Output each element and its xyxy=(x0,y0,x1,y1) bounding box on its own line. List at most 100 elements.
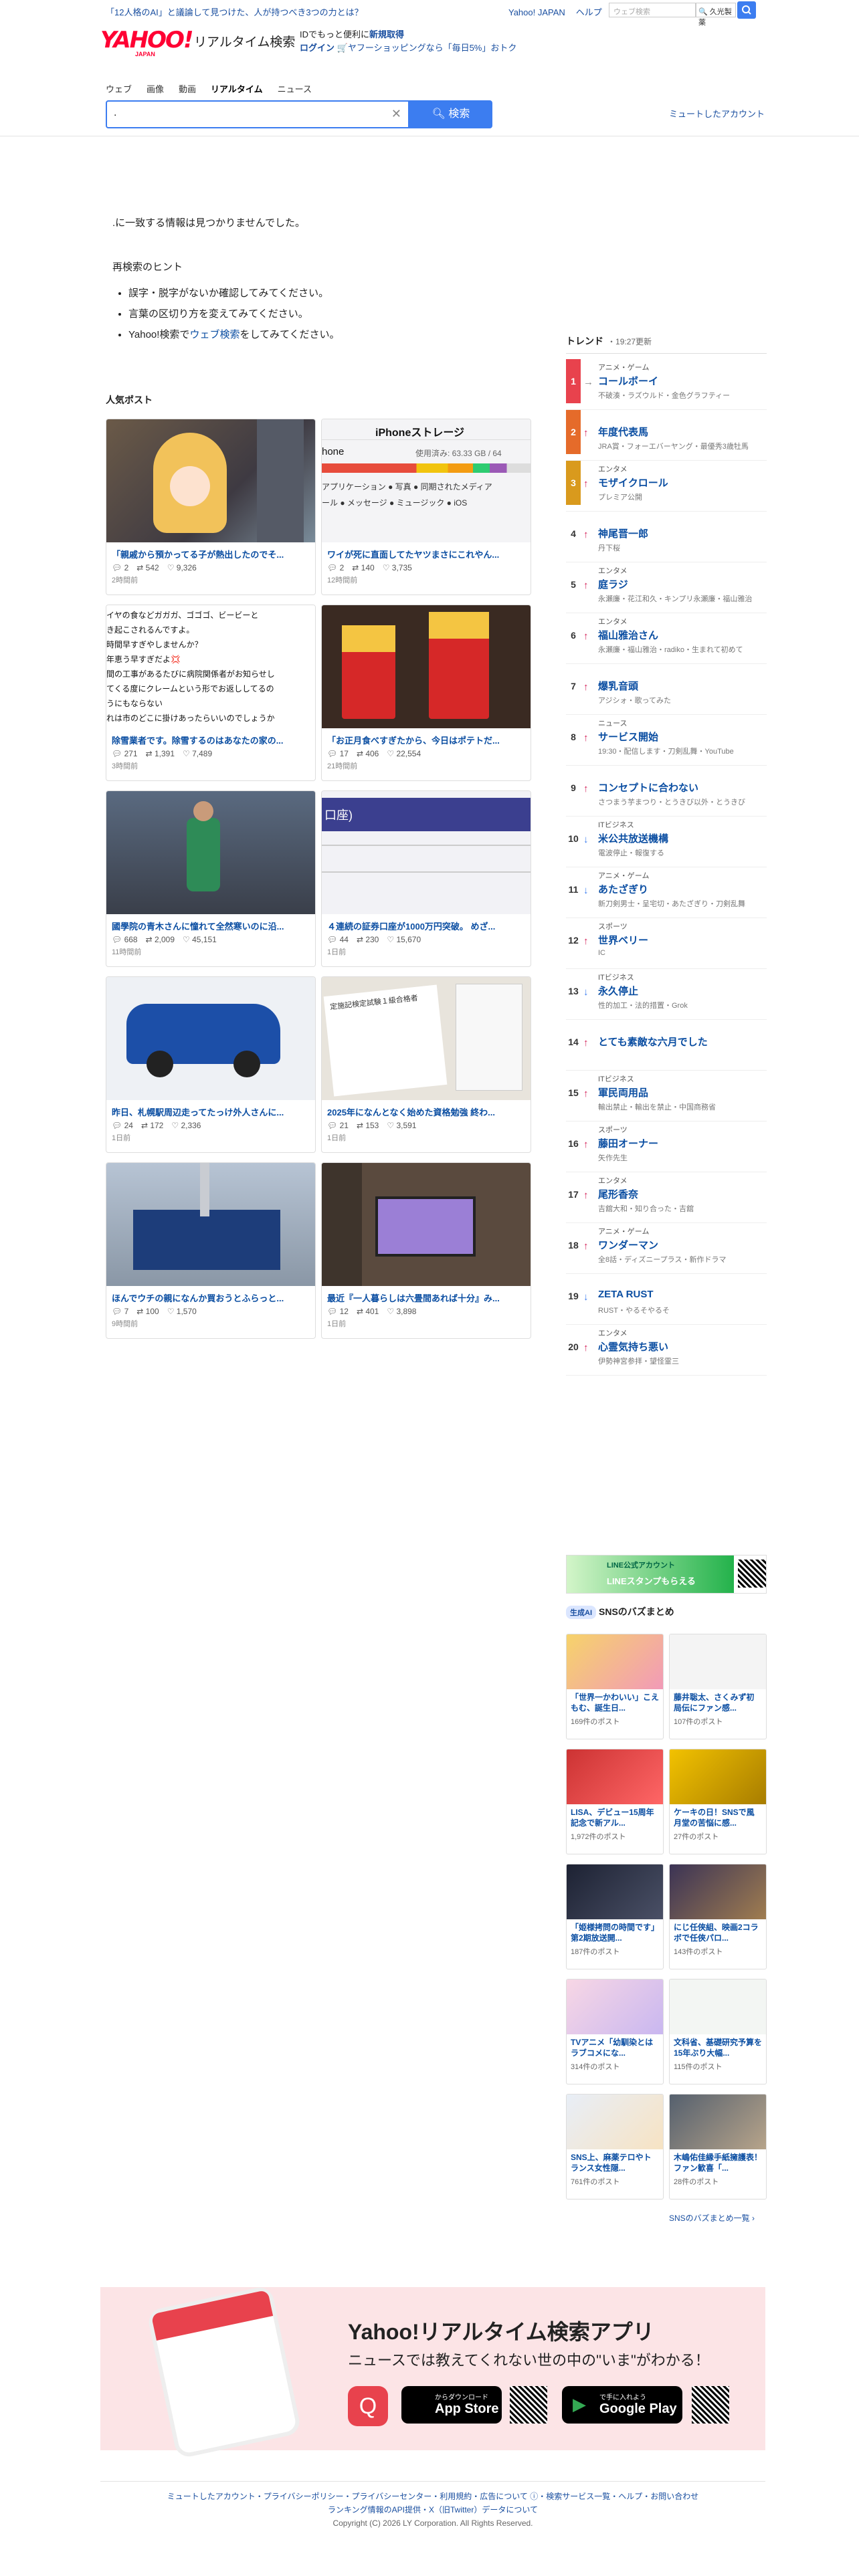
trend-name[interactable]: ワンダーマン xyxy=(598,1238,658,1252)
trend-name[interactable]: 心霊気持ち悪い xyxy=(598,1339,668,1354)
clear-icon[interactable]: ✕ xyxy=(391,107,401,121)
sns-card[interactable]: 「世界一かわいい」こえもむ、誕生日... 169件のポスト xyxy=(566,1634,664,1739)
trend-item[interactable]: 12 ↑ スポーツ 世界ベリー IC xyxy=(566,918,767,969)
trend-item[interactable]: 15 ↑ ITビジネス 軍民両用品 輸出禁止・輸出を禁止・中国商務省 xyxy=(566,1071,767,1121)
post-card[interactable]: 「親戚から預かってる子が熱出したのでそ... 💬︎ 2 ⇄ 542 ♡ 9,326 … xyxy=(106,419,316,595)
sns-title[interactable]: SNS上、麻薬テロやトランス女性隠... xyxy=(567,2149,663,2173)
trend-item[interactable]: 2 ↑ 年度代表馬 JRA賞・フォーエバーヤング・最優秀3歳牡馬 xyxy=(566,410,767,461)
post-card[interactable]: 昨日、札幌駅周辺走ってたっけ外人さんに... 💬︎ 24 ⇄ 172 ♡ 2,336… xyxy=(106,976,316,1153)
sns-card[interactable]: 藤井聡太、さくみず初局伝にファン感... 107件のポスト xyxy=(669,1634,767,1739)
trend-name[interactable]: ZETA RUST xyxy=(598,1289,654,1300)
trend-name[interactable]: とても素敵な六月でした xyxy=(598,1035,708,1049)
trend-item[interactable]: 19 ↓ ZETA RUST RUST・やるそやるそ xyxy=(566,1274,767,1325)
trend-name[interactable]: 軍民両用品 xyxy=(598,1085,648,1099)
trend-item[interactable]: 1 → アニメ・ゲーム コールボーイ 不破湊・ラズウルド・金色グラフティー xyxy=(566,359,767,410)
post-title[interactable]: 最近『一人暮らしは六畳間あれば十分』み... xyxy=(322,1286,531,1304)
entity-chip[interactable]: 🔍 久光製薬 xyxy=(696,3,736,27)
trend-name[interactable]: 尾形香奈 xyxy=(598,1187,638,1201)
sns-card[interactable]: TVアニメ「幼馴染とはラブコメにな... 314件のポスト xyxy=(566,1979,664,2084)
trend-item[interactable]: 9 ↑ コンセプトに合わない さつまう芋まつり・とうきび以外・とうきび xyxy=(566,766,767,817)
tab-news[interactable]: ニュース xyxy=(278,84,312,94)
line-banner[interactable]: LINE公式アカウント LINEスタンプもらえる xyxy=(566,1555,767,1594)
sns-card[interactable]: 木嶋佑佳縁手紙擁護表！ファン歓喜「... 28件のポスト xyxy=(669,2094,767,2199)
trend-name[interactable]: 年度代表馬 xyxy=(598,425,648,439)
app-store-button[interactable]: からダウンロード App Store xyxy=(401,2386,502,2424)
trend-item[interactable]: 4 ↑ 神尾晋一郎 丹下桜 xyxy=(566,512,767,562)
sns-title[interactable]: にじ任俠組、映画2コラボで任俠パロ... xyxy=(670,1919,766,1943)
yahoo-japan-link[interactable]: Yahoo! JAPAN xyxy=(508,7,565,17)
trend-name[interactable]: あたざぎり xyxy=(598,882,648,896)
post-card[interactable]: 定施記検定試験１級合格者 2025年になんとなく始めた資格勉強 終わ... 💬︎… xyxy=(321,976,531,1153)
trend-item[interactable]: 6 ↑ エンタメ 福山雅治さん 永瀬廉・福山雅治・radiko・生まれて初めて xyxy=(566,613,767,664)
post-title[interactable]: ワイが死に直面してたヤツまさにこれやん... xyxy=(322,542,531,560)
trend-item[interactable]: 20 ↑ エンタメ 心霊気持ち悪い 伊勢神宮参拝・望怪霊三 xyxy=(566,1325,767,1376)
news-link[interactable]: 「12人格のAI」と議論して見つけた、人が持つべき3つの力とは？ xyxy=(106,5,363,18)
post-card[interactable]: 口座) ４連続の証券口座が1000万円突破。 めざ... 💬︎ 44 ⇄ 230 ♡… xyxy=(321,790,531,967)
post-card[interactable]: イヤの食などガガガ、ゴゴゴ、ビービーと き起こされるんですよ。 時間早すぎやしません… xyxy=(106,605,316,781)
trend-item[interactable]: 17 ↑ エンタメ 尾形香奈 吉舘大和・知り合った・吉舘 xyxy=(566,1172,767,1223)
trend-name[interactable]: 福山雅治さん xyxy=(598,628,658,642)
search-button[interactable]: 🔍︎ 検索 xyxy=(409,100,492,128)
web-search-input[interactable]: ウェブ検索 xyxy=(609,3,696,17)
trend-name[interactable]: 庭ラジ xyxy=(598,577,628,591)
trend-item[interactable]: 5 ↑ エンタメ 庭ラジ 永瀬廉・花江和久・キンプリ永瀬廉・福山雅治 xyxy=(566,562,767,613)
post-card[interactable]: ほんでウチの親になんか買おうとふらっと... 💬︎ 7 ⇄ 100 ♡ 1,570 … xyxy=(106,1162,316,1339)
post-title[interactable]: ４連続の証券口座が1000万円突破。 めざ... xyxy=(322,914,531,932)
trend-item[interactable]: 10 ↓ ITビジネス 米公共放送機構 電波停止・報復する xyxy=(566,817,767,867)
footer-links[interactable]: ミュートしたアカウント・プライバシーポリシー・プライバシーセンター・利用規約・広… xyxy=(100,2490,765,2503)
trend-name[interactable]: 世界ベリー xyxy=(598,933,648,947)
shopping-link[interactable]: ヤフーショッピングなら「毎日5%」おトク xyxy=(348,43,517,53)
login-link[interactable]: ログイン xyxy=(300,43,335,53)
trend-name[interactable]: サービス開始 xyxy=(598,730,658,744)
tab-realtime[interactable]: リアルタイム xyxy=(211,84,263,94)
trend-item[interactable]: 14 ↑ とても素敵な六月でした xyxy=(566,1020,767,1071)
trend-name[interactable]: 藤田オーナー xyxy=(598,1136,658,1150)
footer-links-2[interactable]: ランキング情報のAPI提供・X（旧Twitter）データについて xyxy=(100,2503,765,2516)
post-title[interactable]: ほんでウチの親になんか買おうとふらっと... xyxy=(106,1286,315,1304)
post-card[interactable]: 最近『一人暮らしは六畳間あれば十分』み... 💬︎ 12 ⇄ 401 ♡ 3,898… xyxy=(321,1162,531,1339)
muted-accounts-link[interactable]: ミュートしたアカウント xyxy=(669,107,765,120)
logo[interactable]: YAHOO! JAPAN リアルタイム検索 xyxy=(100,27,301,60)
trend-item[interactable]: 13 ↓ ITビジネス 永久停止 性的加工・法的措置・Grok xyxy=(566,969,767,1020)
search-input[interactable]: . ✕ xyxy=(106,100,409,128)
tab-video[interactable]: 動画 xyxy=(179,84,196,94)
sns-title[interactable]: 木嶋佑佳縁手紙擁護表！ファン歓喜「... xyxy=(670,2149,766,2173)
sns-more-link[interactable]: SNSのバズまとめ一覧 › xyxy=(669,2212,755,2224)
trend-item[interactable]: 18 ↑ アニメ・ゲーム ワンダーマン 全8話・ディズニープラス・新作ドラマ xyxy=(566,1223,767,1274)
trend-item[interactable]: 7 ↑ 爆乳音頭 アジシォ・歌ってみた xyxy=(566,664,767,715)
post-title[interactable]: 2025年になんとなく始めた資格勉強 終わ... xyxy=(322,1100,531,1118)
tab-image[interactable]: 画像 xyxy=(147,84,164,94)
post-title[interactable]: 「親戚から預かってる子が熱出したのでそ... xyxy=(106,542,315,560)
post-title[interactable]: 除雪業者です。除雪するのはあなたの家の... xyxy=(106,728,315,746)
sns-title[interactable]: 「世界一かわいい」こえもむ、誕生日... xyxy=(567,1689,663,1713)
sns-card[interactable]: 「姫様拷問の時間です」第2期放送開... 187件のポスト xyxy=(566,1864,664,1969)
sns-title[interactable]: LISA、デビュー15周年記念で新アル... xyxy=(567,1804,663,1828)
post-card[interactable]: iPhoneストレージ hone 使用済み: 63.33 GB / 64 アプリ… xyxy=(321,419,531,595)
sns-card[interactable]: にじ任俠組、映画2コラボで任俠パロ... 143件のポスト xyxy=(669,1864,767,1969)
post-title[interactable]: 昨日、札幌駅周辺走ってたっけ外人さんに... xyxy=(106,1100,315,1118)
web-search-button[interactable] xyxy=(737,1,756,19)
sns-title[interactable]: 文科省、基礎研究予算を15年ぶり大幅... xyxy=(670,2034,766,2058)
sns-card[interactable]: LISA、デビュー15周年記念で新アル... 1,972件のポスト xyxy=(566,1749,664,1854)
register-link[interactable]: 新規取得 xyxy=(369,29,404,39)
sns-title[interactable]: 「姫様拷問の時間です」第2期放送開... xyxy=(567,1919,663,1943)
post-card[interactable]: 「お正月食べすぎたから、今日はポテトだ... 💬︎ 17 ⇄ 406 ♡ 22,55… xyxy=(321,605,531,781)
trend-item[interactable]: 8 ↑ ニュース サービス開始 19:30・配信します・刀剣乱舞・YouTube xyxy=(566,715,767,766)
sns-card[interactable]: SNS上、麻薬テロやトランス女性隠... 761件のポスト xyxy=(566,2094,664,2199)
sns-card[interactable]: 文科省、基礎研究予算を15年ぶり大幅... 115件のポスト xyxy=(669,1979,767,2084)
sns-title[interactable]: ケーキの日！SNSで風月堂の苦悩に感... xyxy=(670,1804,766,1828)
post-card[interactable]: 國學院の青木さんに憧れて全然寒いのに沿... 💬︎ 668 ⇄ 2,009 ♡ 45… xyxy=(106,790,316,967)
google-play-button[interactable]: ▶ で手に入れよう Google Play xyxy=(562,2386,682,2424)
trend-name[interactable]: 永久停止 xyxy=(598,984,638,998)
help-link[interactable]: ヘルプ xyxy=(576,7,602,17)
trend-item[interactable]: 16 ↑ スポーツ 藤田オーナー 矢作先生 xyxy=(566,1121,767,1172)
trend-name[interactable]: 米公共放送機構 xyxy=(598,831,668,845)
trend-name[interactable]: モザイクロール xyxy=(598,475,668,490)
sns-title[interactable]: 藤井聡太、さくみず初局伝にファン感... xyxy=(670,1689,766,1713)
sns-card[interactable]: ケーキの日！SNSで風月堂の苦悩に感... 27件のポスト xyxy=(669,1749,767,1854)
web-search-link[interactable]: ウェブ検索 xyxy=(189,329,240,340)
trend-item[interactable]: 3 ↑ エンタメ モザイクロール プレミア公開 xyxy=(566,461,767,512)
trend-name[interactable]: コールボーイ xyxy=(598,374,658,388)
trend-name[interactable]: コンセプトに合わない xyxy=(598,780,698,794)
post-title[interactable]: 國學院の青木さんに憧れて全然寒いのに沿... xyxy=(106,914,315,932)
